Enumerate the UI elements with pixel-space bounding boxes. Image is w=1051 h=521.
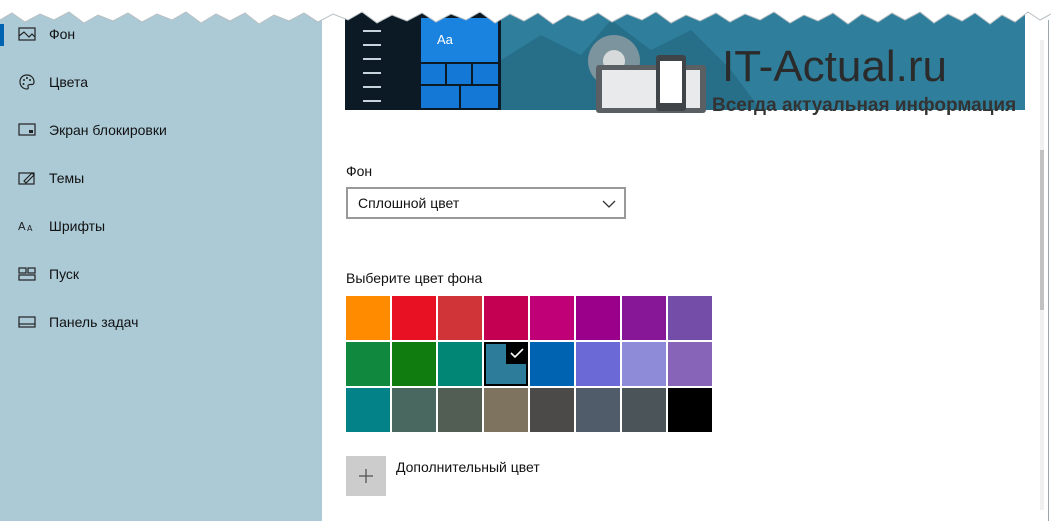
- sidebar-item-label: Фон: [49, 26, 76, 42]
- color-swatch[interactable]: [530, 388, 574, 432]
- color-swatch[interactable]: [576, 296, 620, 340]
- sidebar-item-fonts[interactable]: AA Шрифты: [0, 202, 322, 250]
- sidebar-item-label: Темы: [49, 170, 85, 186]
- chevron-down-icon: [602, 197, 616, 209]
- color-swatch[interactable]: [346, 342, 390, 386]
- sidebar-item-background[interactable]: Фон: [0, 10, 322, 58]
- color-swatch[interactable]: [576, 388, 620, 432]
- color-swatch[interactable]: [392, 342, 436, 386]
- color-swatch[interactable]: [668, 388, 712, 432]
- color-swatch[interactable]: [438, 296, 482, 340]
- sidebar-item-label: Шрифты: [49, 218, 106, 234]
- color-swatch[interactable]: [622, 296, 666, 340]
- color-swatch[interactable]: [622, 342, 666, 386]
- picture-icon: [18, 10, 36, 58]
- color-picker-label: Выберите цвет фона: [346, 270, 483, 286]
- preview-tiles: Aa: [421, 18, 499, 108]
- sidebar: Фон Цвета Экран блокировки Темы AA Шрифт…: [0, 0, 322, 521]
- add-custom-color-button[interactable]: [346, 456, 386, 496]
- selection-indicator: [0, 24, 4, 46]
- sidebar-item-themes[interactable]: Темы: [0, 154, 322, 202]
- background-type-label: Фон: [346, 163, 373, 179]
- color-swatch[interactable]: [346, 296, 390, 340]
- checkmark-icon: [506, 342, 528, 364]
- color-swatch[interactable]: [530, 296, 574, 340]
- sidebar-item-lock-screen[interactable]: Экран блокировки: [0, 106, 322, 154]
- sidebar-item-colors[interactable]: Цвета: [0, 58, 322, 106]
- plus-icon: [359, 469, 373, 483]
- watermark-subtitle: Всегда актуальная информация: [712, 95, 1017, 116]
- sidebar-item-start[interactable]: Пуск: [0, 250, 322, 298]
- color-swatch[interactable]: [484, 296, 528, 340]
- watermark-title: IT-Actual.ru: [722, 42, 947, 91]
- color-swatch[interactable]: [484, 388, 528, 432]
- start-icon: [18, 250, 36, 298]
- watermark-logo: IT-Actual.ru Всегда актуальная информаци…: [572, 25, 1048, 120]
- palette-icon: [18, 58, 36, 106]
- window-border: [1048, 20, 1049, 521]
- color-swatch[interactable]: [392, 296, 436, 340]
- themes-icon: [18, 154, 36, 202]
- background-type-dropdown[interactable]: Сплошной цвет: [346, 187, 626, 219]
- color-swatch[interactable]: [530, 342, 574, 386]
- color-swatch[interactable]: [346, 388, 390, 432]
- color-palette: [346, 296, 712, 434]
- sidebar-item-label: Экран блокировки: [49, 122, 167, 138]
- preview-tile-text: Aa: [437, 32, 453, 47]
- lock-screen-icon: [18, 106, 36, 154]
- color-swatch[interactable]: [438, 342, 482, 386]
- color-swatch[interactable]: [392, 388, 436, 432]
- color-swatch[interactable]: [668, 296, 712, 340]
- svg-text:A: A: [18, 220, 26, 233]
- dropdown-value: Сплошной цвет: [358, 195, 460, 211]
- color-swatch[interactable]: [438, 388, 482, 432]
- sidebar-item-label: Пуск: [49, 266, 80, 282]
- sidebar-item-label: Цвета: [49, 74, 88, 90]
- sidebar-item-taskbar[interactable]: Панель задач: [0, 298, 322, 346]
- scrollbar-thumb[interactable]: [1040, 150, 1044, 310]
- color-swatch[interactable]: [576, 342, 620, 386]
- color-swatch[interactable]: [484, 342, 528, 386]
- color-swatch[interactable]: [668, 342, 712, 386]
- preview-start-menu: Aa: [345, 0, 501, 110]
- color-swatch[interactable]: [622, 388, 666, 432]
- sidebar-item-label: Панель задач: [49, 314, 139, 330]
- taskbar-icon: [18, 298, 36, 346]
- watermark-icon: [588, 35, 706, 113]
- fonts-icon: AA: [18, 202, 36, 250]
- custom-color-label[interactable]: Дополнительный цвет: [396, 459, 540, 475]
- svg-text:A: A: [27, 224, 33, 233]
